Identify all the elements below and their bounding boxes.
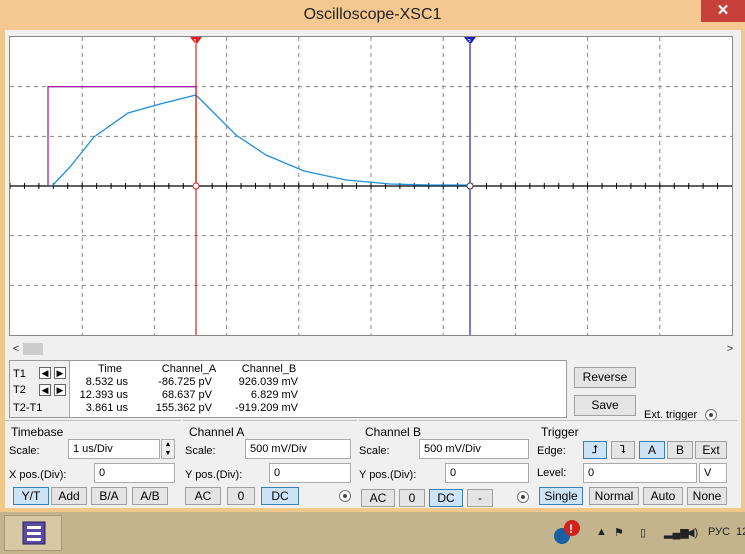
window-title: Oscilloscope-XSC1 bbox=[303, 6, 442, 23]
channel-b-dc-button[interactable]: DC bbox=[429, 489, 463, 507]
channel-b-scale-label: Scale: bbox=[359, 445, 390, 457]
t2-label: T2 bbox=[13, 384, 26, 396]
channel-b-ypos-label: Y pos.(Div): bbox=[359, 469, 417, 481]
scroll-left-icon[interactable]: < bbox=[9, 342, 23, 356]
channel-a-scale-label: Scale: bbox=[185, 445, 216, 457]
t1-channel-b: 926.039 mV bbox=[238, 376, 298, 388]
t2-t1-label: T2-T1 bbox=[13, 402, 43, 414]
circuit-app-icon bbox=[22, 521, 46, 545]
channel-a-terminal-icon[interactable] bbox=[339, 490, 351, 502]
cursor-1-label: 1 bbox=[193, 39, 197, 46]
mode-ba-button[interactable]: B/A bbox=[91, 487, 127, 505]
trigger-source-a-button[interactable]: A bbox=[639, 441, 665, 459]
trigger-panel: Trigger Edge: ⮥ ⮧ A B Ext Level: 0 V Sin… bbox=[537, 420, 737, 506]
scroll-right-icon[interactable]: > bbox=[723, 342, 737, 356]
channel-a-ac-button[interactable]: AC bbox=[185, 487, 221, 505]
multisim-taskbar-icon[interactable] bbox=[4, 515, 62, 551]
t1-channel-a: -86.725 pV bbox=[158, 376, 212, 388]
timebase-xpos-label: X pos.(Div): bbox=[9, 469, 67, 481]
trigger-edge-label: Edge: bbox=[537, 445, 566, 457]
channel-b-scale-input[interactable]: 500 mV/Div bbox=[419, 439, 529, 459]
t1-left-arrow-icon[interactable]: ◀ bbox=[39, 367, 51, 379]
oscilloscope-window: Oscilloscope-XSC1 ✕ 12 < > T1 ◀ ▶ T2 ◀ ▶… bbox=[0, 0, 745, 512]
svg-text:!: ! bbox=[569, 522, 573, 536]
channel-a-zero-button[interactable]: 0 bbox=[227, 487, 255, 505]
channel-a-ypos-label: Y pos.(Div): bbox=[185, 469, 243, 481]
t2-time: 12.393 us bbox=[79, 389, 128, 401]
timebase-title: Timebase bbox=[11, 425, 64, 439]
trigger-level-input[interactable]: 0 bbox=[583, 463, 697, 483]
scope-screen[interactable]: 12 bbox=[9, 36, 733, 336]
header-time: Time bbox=[97, 363, 123, 375]
channel-a-title: Channel A bbox=[189, 425, 245, 439]
trigger-single-button[interactable]: Single bbox=[539, 487, 583, 505]
edge-rising-icon[interactable]: ⮥ bbox=[583, 441, 607, 459]
battery-icon[interactable]: ▯ bbox=[640, 526, 646, 539]
cursor-1-marker bbox=[192, 182, 200, 190]
channel-a-ypos-input[interactable]: 0 bbox=[269, 463, 351, 483]
header-channel-a: Channel_A bbox=[161, 363, 217, 375]
mode-yt-button[interactable]: Y/T bbox=[13, 487, 49, 505]
channel-b-terminal-icon[interactable] bbox=[517, 491, 529, 503]
save-button[interactable]: Save bbox=[574, 395, 636, 416]
language-indicator[interactable]: РУС bbox=[708, 526, 730, 538]
channel-b-ac-button[interactable]: AC bbox=[361, 489, 395, 507]
volume-icon[interactable]: ◀) bbox=[686, 526, 698, 539]
trigger-source-ext-button[interactable]: Ext bbox=[695, 441, 727, 459]
channel-b-title: Channel B bbox=[365, 425, 422, 439]
t2-t1-channel-b: -919.209 mV bbox=[235, 402, 298, 414]
t1-right-arrow-icon[interactable]: ▶ bbox=[54, 367, 66, 379]
channel-a-panel: Channel A Scale: 500 mV/Div Y pos.(Div):… bbox=[183, 420, 357, 506]
header-channel-b: Channel_B bbox=[241, 363, 297, 375]
channel-b-zero-button[interactable]: 0 bbox=[399, 489, 425, 507]
channel-a-scale-input[interactable]: 500 mV/Div bbox=[245, 439, 351, 459]
timebase-xpos-input[interactable]: 0 bbox=[94, 463, 175, 483]
clock[interactable]: 12 bbox=[736, 526, 745, 538]
trigger-source-b-button[interactable]: B bbox=[667, 441, 693, 459]
timebase-scale-input[interactable]: 1 us/Div bbox=[68, 439, 160, 459]
horizontal-scrollbar[interactable]: < > bbox=[9, 342, 737, 356]
edge-falling-icon[interactable]: ⮧ bbox=[611, 441, 635, 459]
trigger-normal-button[interactable]: Normal bbox=[589, 487, 639, 505]
t2-t1-time: 3.861 us bbox=[85, 402, 128, 414]
cursor-2-marker bbox=[466, 182, 474, 190]
show-hidden-icons[interactable]: ▲ bbox=[596, 526, 607, 538]
reverse-button[interactable]: Reverse bbox=[574, 367, 636, 388]
channel-b-ypos-input[interactable]: 0 bbox=[445, 463, 529, 483]
trigger-level-unit[interactable]: V bbox=[699, 463, 727, 483]
cursor-labels: T1 ◀ ▶ T2 ◀ ▶ T2-T1 bbox=[10, 361, 70, 417]
trigger-auto-button[interactable]: Auto bbox=[643, 487, 683, 505]
mode-add-button[interactable]: Add bbox=[51, 487, 87, 505]
trigger-level-label: Level: bbox=[537, 467, 567, 479]
close-button[interactable]: ✕ bbox=[701, 0, 745, 22]
t2-channel-b: 6.829 mV bbox=[250, 389, 298, 401]
channel-b-panel: Channel B Scale: 500 mV/Div Y pos.(Div):… bbox=[359, 420, 537, 507]
taskbar: ! ▲ ⚑ ▯ ▂▄▆ ◀) РУС 12 bbox=[0, 512, 745, 554]
cursor-2-label: 2 bbox=[467, 39, 471, 46]
trigger-title: Trigger bbox=[541, 425, 579, 439]
timebase-scale-label: Scale: bbox=[9, 445, 40, 457]
mode-ab-button[interactable]: A/B bbox=[132, 487, 168, 505]
signal-icon[interactable]: ▂▄▆ bbox=[664, 526, 689, 539]
t2-left-arrow-icon[interactable]: ◀ bbox=[39, 384, 51, 396]
title-bar: Oscilloscope-XSC1 ✕ bbox=[0, 0, 745, 30]
scroll-thumb[interactable] bbox=[23, 343, 43, 355]
flag-icon[interactable]: ⚑ bbox=[614, 526, 624, 539]
scope-display: 12 bbox=[9, 37, 732, 335]
timebase-panel: Timebase Scale: 1 us/Div ▲ ▼ X pos.(Div):… bbox=[5, 420, 181, 506]
warning-notification-icon[interactable]: ! bbox=[552, 518, 582, 551]
t2-right-arrow-icon[interactable]: ▶ bbox=[54, 384, 66, 396]
channel-a-dc-button[interactable]: DC bbox=[261, 487, 299, 505]
t2-t1-channel-a: 155.362 pV bbox=[155, 402, 212, 414]
t1-time: 8.532 us bbox=[85, 376, 128, 388]
scope-content: 12 < > T1 ◀ ▶ T2 ◀ ▶ T2-T1 Time Channel_… bbox=[5, 30, 741, 508]
channel-a-trace bbox=[51, 94, 472, 187]
t1-label: T1 bbox=[13, 368, 26, 380]
channel-b-minus-button[interactable]: - bbox=[467, 489, 493, 507]
timebase-spinner-icon[interactable]: ▲ ▼ bbox=[161, 439, 175, 459]
trigger-none-button[interactable]: None bbox=[687, 487, 727, 505]
t2-channel-a: 68.637 pV bbox=[161, 389, 212, 401]
cursor-readout: T1 ◀ ▶ T2 ◀ ▶ T2-T1 Time Channel_A Chann… bbox=[9, 360, 567, 418]
